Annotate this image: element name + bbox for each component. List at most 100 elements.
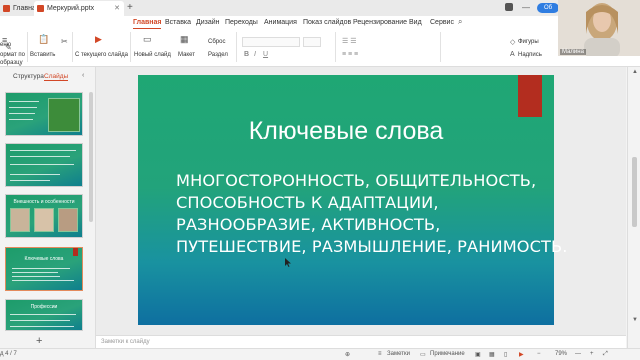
slide-thumbnail-4[interactable]: Ключевые слова — [5, 247, 83, 291]
menu-animation[interactable]: Анимация — [264, 17, 297, 28]
paste-button[interactable]: Вставить — [30, 51, 55, 59]
panel-scrollbar[interactable] — [89, 92, 93, 222]
scroll-up-icon[interactable]: ▲ — [632, 69, 638, 75]
section-button[interactable]: Раздел — [208, 51, 228, 59]
italic-icon[interactable]: I — [254, 51, 256, 58]
shapes-icon[interactable]: ◇ — [510, 38, 515, 46]
slide-thumbnail-3[interactable]: Внешность и особенности — [5, 194, 83, 238]
theme-icon[interactable]: ⊕ — [345, 351, 350, 358]
thumb-text-line — [10, 156, 70, 157]
collapse-panel-icon[interactable]: ‹ — [82, 72, 84, 79]
close-icon[interactable]: ✕ — [114, 1, 120, 16]
thumb-text-line — [12, 272, 58, 273]
thumb-text-line — [9, 107, 37, 108]
new-tab-button[interactable]: + — [127, 2, 133, 13]
slide-thumbnail-2[interactable] — [5, 143, 83, 187]
comment-toggle[interactable]: Примечание — [430, 351, 465, 357]
thumb-text-line — [9, 113, 35, 114]
font-name-select[interactable] — [242, 37, 300, 47]
thumb-text-line — [10, 150, 76, 151]
thumb-text-line — [10, 180, 50, 181]
play-from-current-icon[interactable]: ▶ — [95, 34, 102, 45]
minimize-icon[interactable]: — — [522, 3, 530, 12]
reset-button[interactable]: Сброс — [208, 38, 225, 46]
thumb-text-line — [12, 268, 70, 269]
normal-view-icon[interactable]: ▣ — [475, 351, 481, 358]
add-slide-button[interactable]: + — [36, 335, 42, 347]
menu-view[interactable]: Вид — [409, 17, 422, 28]
layout-button[interactable]: Макет — [178, 51, 195, 59]
shapes-button[interactable]: Фигуры — [518, 38, 539, 46]
toolbar-divider — [72, 32, 73, 62]
menu-home[interactable]: Главная — [133, 17, 162, 29]
textbox-icon[interactable]: A — [510, 51, 515, 58]
notes-field[interactable]: Заметки к слайду — [96, 335, 626, 348]
slide-thumbnail-5[interactable]: Профессии — [5, 299, 83, 331]
scroll-thumb[interactable] — [632, 157, 637, 227]
underline-icon[interactable]: U — [263, 51, 268, 58]
tab-structure[interactable]: Структура — [13, 73, 44, 80]
current-slide[interactable]: Ключевые слова МНОГОСТОРОННОСТЬ, ОБЩИТЕЛ… — [138, 75, 567, 325]
bold-icon[interactable]: B — [244, 51, 249, 58]
menu-transitions[interactable]: Переходы — [225, 17, 258, 28]
format-painter-button[interactable]: ормат по образцу — [0, 51, 26, 67]
font-size-select[interactable] — [303, 37, 321, 47]
slide-body-line[interactable]: ПУТЕШЕСТВИЕ, РАЗМЫШЛЕНИЕ, РАНИМОСТЬ. — [176, 237, 567, 256]
participant-name: Малина — [560, 49, 586, 55]
textbox-button[interactable]: Надпись — [518, 51, 542, 59]
slide-canvas: Ключевые слова МНОГОСТОРОННОСТЬ, ОБЩИТЕЛ… — [96, 67, 626, 335]
title-bar: Главная Меркурий.pptx ✕ + — Об — [0, 0, 640, 16]
thumb-text-line — [9, 119, 33, 120]
tab-home[interactable]: Главная — [0, 1, 40, 16]
notes-toggle-icon[interactable]: ≡ — [378, 351, 382, 357]
reading-view-icon[interactable]: ▯ — [504, 351, 507, 358]
zoom-slider-icon[interactable]: — — [575, 351, 581, 357]
scroll-down-icon[interactable]: ▼ — [632, 317, 638, 323]
thumb-accent — [73, 248, 78, 256]
menu-slideshow[interactable]: Показ слайдов — [303, 17, 351, 28]
paste-icon[interactable]: 📋 — [38, 34, 49, 45]
zoom-out-icon[interactable]: − — [537, 351, 541, 357]
align-icon[interactable]: ≡ ≡ ≡ — [342, 51, 358, 58]
layout-icon[interactable]: ▦ — [180, 34, 189, 45]
toolbar-divider — [130, 32, 131, 62]
zoom-in-icon[interactable]: + — [590, 351, 594, 357]
thumb-text-line — [10, 174, 60, 175]
thumb-text-line — [10, 314, 76, 315]
slide-title[interactable]: Ключевые слова — [138, 117, 554, 146]
comment-icon[interactable]: ▭ — [420, 351, 426, 358]
menu-insert[interactable]: Вставка — [165, 17, 191, 28]
slide-accent-bar — [518, 75, 542, 117]
toolbar-divider — [27, 32, 28, 62]
slide-body-line[interactable]: СПОСОБНОСТЬ К АДАПТАЦИИ, — [176, 193, 439, 212]
slide-body-line[interactable]: РАЗНООБРАЗИЕ, АКТИВНОСТЬ, — [176, 215, 440, 234]
slideshow-icon[interactable]: ▶ — [519, 351, 524, 358]
from-current-slide-button[interactable]: С текущего слайда — [75, 51, 128, 59]
menu-tools[interactable]: Сервис — [430, 17, 454, 28]
tab-document[interactable]: Меркурий.pptx ✕ — [34, 1, 124, 16]
list-icon[interactable]: ☰ ☰ — [342, 37, 357, 45]
fit-window-icon[interactable]: ⤢ — [603, 351, 608, 358]
photo-image — [34, 208, 54, 232]
menu-review[interactable]: Рецензирование — [353, 17, 407, 28]
sorter-view-icon[interactable]: ▦ — [489, 351, 495, 358]
tab-slides[interactable]: Слайды — [44, 73, 69, 81]
tab-document-label: Меркурий.pptx — [47, 5, 95, 12]
new-slide-button[interactable]: Новый слайд — [134, 51, 171, 59]
share-button[interactable]: Об — [537, 3, 559, 13]
window-icon[interactable] — [505, 3, 513, 11]
new-slide-icon[interactable]: ▭ — [143, 34, 152, 45]
menu-design[interactable]: Дизайн — [196, 17, 220, 28]
slide-body-line[interactable]: МНОГОСТОРОННОСТЬ, ОБЩИТЕЛЬНОСТЬ, — [176, 171, 536, 190]
webcam-overlay: Малина — [558, 0, 640, 56]
toolbar-divider — [440, 32, 441, 62]
thumb-title: Профессии — [30, 304, 58, 310]
cut-icon[interactable]: ✂ — [61, 37, 68, 46]
zoom-level[interactable]: 79% — [555, 351, 567, 357]
vertical-scrollbar[interactable]: ▲ ▼ — [627, 67, 640, 348]
search-icon[interactable]: ⌕ — [458, 17, 462, 27]
notes-toggle[interactable]: Заметки — [387, 351, 410, 357]
thumb-text-line — [10, 326, 74, 327]
presenter-video-icon — [558, 0, 640, 56]
slide-thumbnail-1[interactable] — [5, 92, 83, 136]
